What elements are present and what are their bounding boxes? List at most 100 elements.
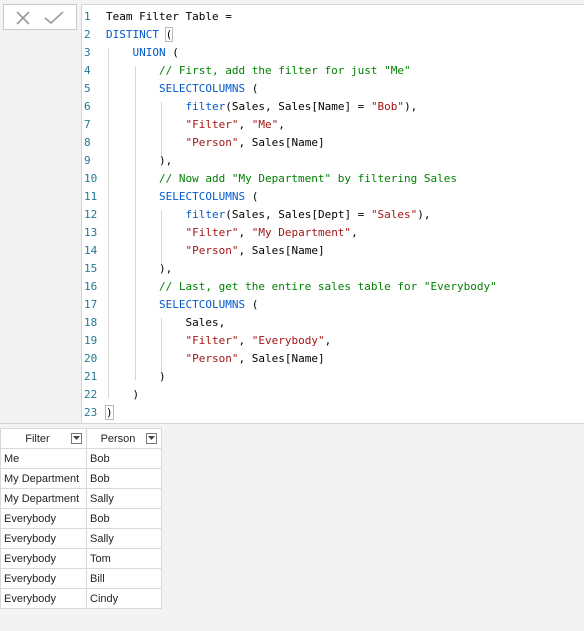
formula-commit-bar (3, 4, 77, 30)
column-header-person[interactable]: Person (86, 428, 162, 449)
x-icon[interactable] (15, 11, 31, 25)
line-number: 14 (84, 244, 98, 257)
line-number: 15 (84, 262, 98, 275)
checkmark-icon[interactable] (44, 11, 64, 25)
code-token: , Sales[Name] (238, 136, 325, 149)
code-token: "Person" (185, 136, 239, 149)
code-token: , (238, 118, 252, 131)
code-line: 4 // First, add the filter for just "Me" (82, 62, 584, 80)
table-row: My Department Bob (0, 468, 162, 489)
code-token: ) (106, 370, 166, 383)
code-token: // First, add the filter for just "Me" (158, 64, 411, 77)
code-line: 17 SELECTCOLUMNS ( (82, 296, 584, 314)
line-number: 19 (84, 334, 98, 347)
code-token: ), (404, 100, 418, 113)
code-token: // Last, get the entire sales table for … (158, 280, 497, 293)
line-number: 12 (84, 208, 98, 221)
cell-person: Cindy (86, 588, 162, 609)
code-text: filter(Sales, Sales[Dept] = "Sales"), (106, 206, 430, 224)
code-token: DISTINCT (106, 28, 159, 41)
code-text: SELECTCOLUMNS ( (106, 188, 258, 206)
line-number: 6 (84, 100, 91, 113)
line-number: 21 (84, 370, 98, 383)
code-token: "Everybody" (251, 334, 325, 347)
code-token: , (238, 334, 252, 347)
chevron-down-icon[interactable] (146, 433, 157, 444)
result-table: Filter Person Me Bob My Department Bob My De… (0, 428, 162, 609)
line-number: 13 (84, 226, 98, 239)
code-token: , (351, 226, 358, 239)
cell-filter: Me (0, 448, 87, 469)
table-row: Me Bob (0, 448, 162, 469)
code-text: filter(Sales, Sales[Name] = "Bob"), (106, 98, 417, 116)
code-token: SELECTCOLUMNS (158, 298, 246, 311)
code-token: ) (105, 405, 114, 420)
code-token: "Filter" (185, 118, 239, 131)
code-text: "Person", Sales[Name] (106, 242, 324, 260)
code-token: , (324, 334, 332, 347)
cell-filter: My Department (0, 468, 87, 489)
code-token: Team Filter Table = (106, 10, 232, 23)
formula-editor[interactable]: 1 Team Filter Table = 2 DISTINCT (3 UNION (… (81, 4, 584, 423)
code-text: SELECTCOLUMNS ( (106, 296, 258, 314)
code-text: SELECTCOLUMNS ( (106, 80, 258, 98)
code-text: UNION ( (106, 44, 179, 62)
column-header-filter[interactable]: Filter (0, 428, 87, 449)
cell-person: Sally (86, 528, 162, 549)
code-line: 5 SELECTCOLUMNS ( (82, 80, 584, 98)
code-text: ) (106, 386, 139, 404)
cell-person: Bob (86, 508, 162, 529)
code-line: 3 UNION ( (82, 44, 584, 62)
code-text: "Person", Sales[Name] (106, 350, 324, 368)
code-token: ( (164, 27, 174, 42)
code-token: "Filter" (185, 334, 239, 347)
line-number: 7 (84, 118, 91, 131)
table-row: Everybody Cindy (0, 588, 162, 609)
cell-filter: Everybody (0, 548, 87, 569)
line-number: 9 (84, 154, 91, 167)
line-number: 2 (84, 28, 91, 41)
code-text: "Person", Sales[Name] (106, 134, 325, 152)
table-row: Everybody Tom (0, 548, 162, 569)
code-text: ), (106, 260, 172, 278)
code-token: SELECTCOLUMNS (158, 190, 246, 203)
line-number: 8 (84, 136, 91, 149)
line-number: 16 (84, 280, 98, 293)
code-line: 14 "Person", Sales[Name] (82, 242, 584, 260)
line-number: 3 (84, 46, 91, 59)
code-token: Sales, (106, 316, 226, 329)
line-number: 11 (84, 190, 98, 203)
code-text: "Filter", "My Department", (106, 224, 358, 242)
code-line: 23) (82, 404, 584, 422)
line-number: 18 (84, 316, 98, 329)
cell-person: Sally (86, 488, 162, 509)
code-token: "Person" (185, 244, 239, 257)
column-header-label: Filter (25, 432, 50, 445)
code-text: ), (106, 152, 172, 170)
code-text: // First, add the filter for just "Me" (106, 62, 411, 80)
line-number: 4 (84, 64, 91, 77)
code-token: "My Department" (251, 226, 352, 239)
code-text: DISTINCT ( (106, 26, 174, 44)
code-line: 10 // Now add "My Department" by filteri… (82, 170, 584, 188)
code-line: 7 "Filter", "Me", (82, 116, 584, 134)
table-row: Everybody Bill (0, 568, 162, 589)
line-number: 1 (84, 10, 91, 23)
code-text: ) (106, 368, 166, 386)
code-token: "Me" (251, 118, 279, 131)
table-row: Everybody Bob (0, 508, 162, 529)
cell-person: Bob (86, 448, 162, 469)
line-number: 22 (84, 388, 98, 401)
code-line: 11 SELECTCOLUMNS ( (82, 188, 584, 206)
table-row: My Department Sally (0, 488, 162, 509)
chevron-down-icon[interactable] (71, 433, 82, 444)
code-token: filter (185, 208, 226, 221)
